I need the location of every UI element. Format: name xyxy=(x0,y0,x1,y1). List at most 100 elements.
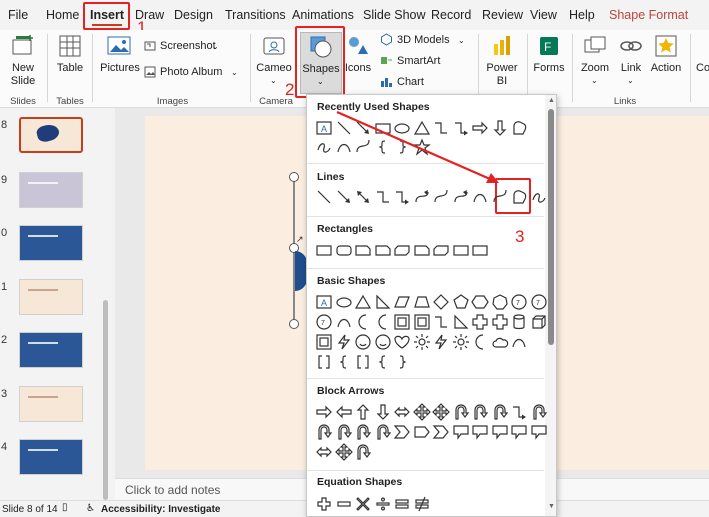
shape-elbowarr-icon[interactable] xyxy=(452,119,470,137)
shape-rect-icon[interactable] xyxy=(374,119,392,137)
shape-oval-icon[interactable] xyxy=(393,119,411,137)
shape-uturn-icon[interactable] xyxy=(315,423,333,441)
thumbnails-scrollbar[interactable] xyxy=(103,300,108,500)
shape-curvearr-icon[interactable] xyxy=(452,188,470,206)
tab-transitions[interactable]: Transitions xyxy=(225,8,286,22)
shape-arrow-icon[interactable] xyxy=(335,188,353,206)
shape-noteq-icon[interactable] xyxy=(413,495,431,513)
chevron-down-icon[interactable]: ⌄ xyxy=(458,34,465,47)
pictures-icon[interactable] xyxy=(106,34,132,58)
shape-rect-icon[interactable] xyxy=(471,241,489,259)
shape-darrow-icon[interactable] xyxy=(374,403,392,421)
icons-button[interactable]: Icons xyxy=(342,62,374,75)
shape-uturn-icon[interactable] xyxy=(354,423,372,441)
slide-thumbnail[interactable] xyxy=(19,172,83,208)
shape-para-icon[interactable] xyxy=(393,293,411,311)
shape-arc-icon[interactable] xyxy=(471,188,489,206)
scroll-down-arrow[interactable]: ▼ xyxy=(548,503,555,510)
shape-pent-icon[interactable] xyxy=(452,293,470,311)
shape-heart-icon[interactable] xyxy=(393,333,411,351)
scrollbar-thumb[interactable] xyxy=(548,109,554,345)
tab-record[interactable]: Record xyxy=(431,8,471,22)
shape-cloud-icon[interactable] xyxy=(491,333,509,351)
resize-handle[interactable] xyxy=(289,172,299,182)
shape-star-icon[interactable] xyxy=(412,138,431,156)
shape-callout-icon[interactable] xyxy=(491,423,509,441)
shape-callout-icon[interactable] xyxy=(452,423,470,441)
shape-rtri-icon[interactable] xyxy=(374,293,392,311)
shape-uturn-icon[interactable] xyxy=(471,403,489,421)
shape-callout-icon[interactable] xyxy=(471,423,489,441)
comment-button[interactable]: Co xyxy=(696,62,709,75)
shape-lrarrow-icon[interactable] xyxy=(393,403,411,421)
shape-plus-icon[interactable] xyxy=(315,495,333,513)
3d-models-button[interactable]: 3D Models xyxy=(397,34,450,47)
forms-button[interactable]: Forms xyxy=(531,62,567,75)
shape-snip2-icon[interactable] xyxy=(432,241,450,259)
shape-lbrace-icon[interactable] xyxy=(374,353,392,371)
resize-handle[interactable] xyxy=(289,319,299,329)
shape-arc-icon[interactable] xyxy=(335,313,353,331)
shape-diamond-icon[interactable] xyxy=(432,293,450,311)
shape-scribble-icon[interactable] xyxy=(315,138,333,156)
shape-rbrace-icon[interactable] xyxy=(393,353,411,371)
shape-freeform-icon[interactable] xyxy=(510,188,528,206)
tab-shape-format[interactable]: Shape Format xyxy=(609,8,688,22)
table-icon[interactable] xyxy=(58,34,82,58)
shape-dblarrow-icon[interactable] xyxy=(354,188,372,206)
shape-oct-icon[interactable]: 7 xyxy=(315,313,333,331)
shape-curve-icon[interactable] xyxy=(354,138,372,156)
shape-rect-icon[interactable] xyxy=(315,241,333,259)
shape-hept-icon[interactable] xyxy=(491,293,509,311)
tab-help[interactable]: Help xyxy=(569,8,595,22)
shape-bolt-icon[interactable] xyxy=(335,333,353,351)
shape-snip-icon[interactable] xyxy=(354,241,372,259)
shape-moon-icon[interactable] xyxy=(354,313,372,331)
shape-smile-icon[interactable] xyxy=(374,333,392,351)
shape-rtri-icon[interactable] xyxy=(452,313,470,331)
screenshot-button[interactable]: Screenshot xyxy=(160,40,216,53)
chevron-down-icon[interactable]: ⌄ xyxy=(270,74,277,87)
shape-cross-icon[interactable] xyxy=(471,313,489,331)
tab-design[interactable]: Design xyxy=(174,8,213,22)
photo-album-button[interactable]: Photo Album xyxy=(160,66,222,79)
shape-line-icon[interactable] xyxy=(335,119,353,137)
3d-models-icon[interactable] xyxy=(380,33,393,46)
link-icon[interactable] xyxy=(619,34,643,58)
shape-trap-icon[interactable] xyxy=(413,293,431,311)
tab-home[interactable]: Home xyxy=(46,8,79,22)
shape-lbrace-icon[interactable] xyxy=(335,353,353,371)
shape-frame-icon[interactable] xyxy=(413,313,431,331)
shape-pentarr-icon[interactable] xyxy=(413,423,431,441)
shape-smile-icon[interactable] xyxy=(354,333,372,351)
slide-thumbnail[interactable] xyxy=(19,439,83,475)
shape-line-icon[interactable] xyxy=(315,188,333,206)
shape-tri-icon[interactable] xyxy=(354,293,372,311)
pictures-button[interactable]: Pictures xyxy=(100,62,140,75)
shape-rarrow-icon[interactable] xyxy=(471,119,489,137)
shape-larrow-icon[interactable] xyxy=(335,403,353,421)
shape-rbrace-icon[interactable] xyxy=(393,138,411,156)
shape-darrow-icon[interactable] xyxy=(491,119,509,137)
zoom-icon[interactable] xyxy=(583,34,607,58)
shape-frame-icon[interactable] xyxy=(315,333,333,351)
shape-arc-icon[interactable] xyxy=(510,333,528,351)
shape-bracket-icon[interactable] xyxy=(315,353,333,371)
scroll-up-arrow[interactable]: ▲ xyxy=(548,97,555,104)
shape-elbow-icon[interactable] xyxy=(432,119,450,137)
smartart-button[interactable]: SmartArt xyxy=(397,55,440,68)
shape-uturn-icon[interactable] xyxy=(452,403,470,421)
shape-chevron-icon[interactable] xyxy=(432,423,450,441)
table-button[interactable]: Table xyxy=(52,62,88,75)
shape-moon-icon[interactable] xyxy=(471,333,489,351)
cameo-icon[interactable] xyxy=(262,34,286,58)
shape-can-icon[interactable] xyxy=(510,313,528,331)
action-button[interactable]: Action xyxy=(648,62,684,75)
tab-animations[interactable]: Animations xyxy=(292,8,354,22)
slide-thumbnail[interactable] xyxy=(19,279,83,315)
shape-arrow-icon[interactable] xyxy=(354,119,372,137)
forms-icon[interactable]: F xyxy=(537,34,561,58)
shape-bolt-icon[interactable] xyxy=(432,333,450,351)
shape-arc-icon[interactable] xyxy=(335,138,353,156)
shape-equal-icon[interactable] xyxy=(393,495,411,513)
